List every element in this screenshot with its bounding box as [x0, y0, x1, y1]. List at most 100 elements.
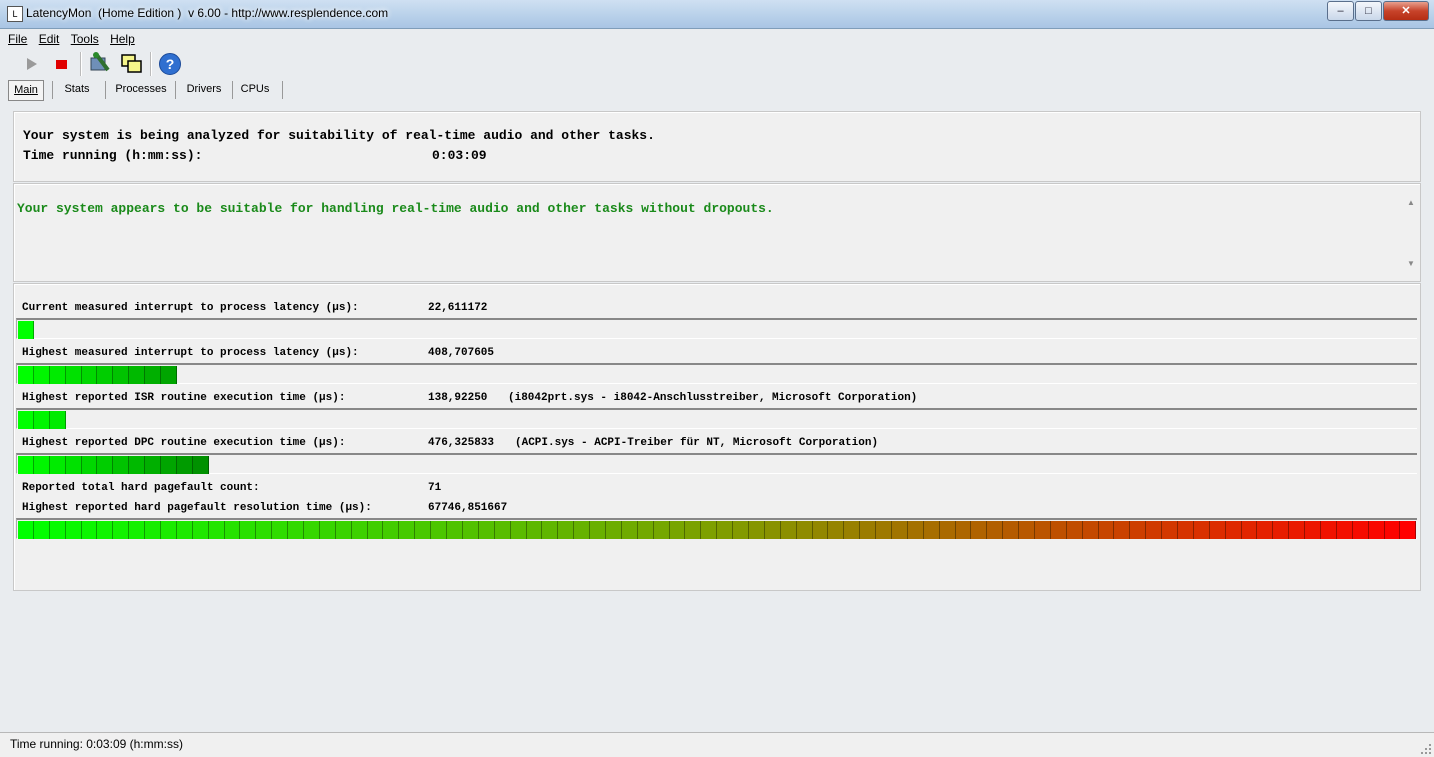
resize-grip-icon[interactable] — [1420, 743, 1432, 755]
bar-segment — [780, 521, 797, 539]
tab-drivers[interactable]: Drivers — [181, 80, 227, 99]
minimize-icon: – — [1337, 5, 1344, 17]
bar-segment — [415, 521, 432, 539]
scroll-up-icon[interactable]: ▲ — [1405, 198, 1417, 207]
tab-main[interactable]: Main — [8, 80, 44, 101]
verdict-text: Your system appears to be suitable for h… — [17, 201, 774, 216]
bar-segment — [97, 366, 114, 384]
bar-segment — [176, 456, 193, 474]
menu-tools[interactable]: Tools — [71, 30, 99, 48]
verdict-panel[interactable]: Your system appears to be suitable for h… — [13, 183, 1421, 282]
time-running-value: 0:03:09 — [432, 148, 487, 163]
tab-cpus[interactable]: CPUs — [238, 80, 272, 99]
isr-bar — [16, 408, 1417, 429]
bar-segment — [1352, 521, 1369, 539]
bar-segment — [319, 521, 336, 539]
metric-label: Reported total hard pagefault count: — [22, 482, 260, 494]
bar-segment — [558, 521, 575, 539]
bar-segment — [1368, 521, 1385, 539]
scroll-down-icon[interactable]: ▼ — [1405, 259, 1417, 268]
minimize-button[interactable]: – — [1327, 1, 1354, 21]
time-running-label: Time running (h:mm:ss): — [23, 148, 203, 163]
bar-segment — [860, 521, 877, 539]
bar-segment — [256, 521, 273, 539]
bar-segment — [1082, 521, 1099, 539]
tab-stats[interactable]: Stats — [58, 80, 96, 99]
tools-button[interactable] — [88, 52, 112, 76]
bar-segment — [272, 521, 289, 539]
bar-segment — [65, 521, 82, 539]
help-icon: ? — [159, 53, 181, 75]
bar-segment — [33, 366, 50, 384]
metric-label: Highest reported hard pagefault resoluti… — [22, 502, 372, 514]
status-bar: Time running: 0:03:09 (h:mm:ss) — [0, 732, 1434, 757]
metric-value: 408,707605 — [428, 347, 495, 359]
bar-segment — [224, 521, 241, 539]
bar-segment — [1257, 521, 1274, 539]
bar-segment — [1193, 521, 1210, 539]
bar-segment — [907, 521, 924, 539]
bar-segment — [1289, 521, 1306, 539]
bar-segment — [145, 521, 162, 539]
bar-segment — [1305, 521, 1322, 539]
bar-segment — [1336, 521, 1353, 539]
bar-segment — [844, 521, 861, 539]
bar-segment — [65, 456, 82, 474]
bar-segment — [923, 521, 940, 539]
bar-segment — [987, 521, 1004, 539]
verdict-scrollbar[interactable]: ▲ ▼ — [1405, 198, 1417, 284]
bar-segment — [97, 456, 114, 474]
tab-processes[interactable]: Processes — [111, 80, 171, 99]
bar-segment — [81, 456, 98, 474]
help-button[interactable]: ? — [158, 52, 182, 76]
metric-label: Current measured interrupt to process la… — [22, 302, 359, 314]
bar-segment — [49, 411, 66, 429]
bar-segment — [764, 521, 781, 539]
play-button[interactable] — [20, 52, 44, 76]
windows-icon — [121, 54, 142, 73]
play-icon — [27, 58, 37, 70]
bar-segment — [971, 521, 988, 539]
bar-segment — [113, 456, 130, 474]
bar-segment — [605, 521, 622, 539]
bar-segment — [1050, 521, 1067, 539]
bar-segment — [1225, 521, 1242, 539]
dpc-bar — [16, 453, 1417, 474]
bar-segment — [748, 521, 765, 539]
bar-segment — [1130, 521, 1147, 539]
menu-file[interactable]: File — [8, 30, 27, 48]
close-button[interactable]: ✕ — [1383, 1, 1429, 21]
bar-segment — [701, 521, 718, 539]
bar-segment — [1003, 521, 1020, 539]
menu-help[interactable]: Help — [110, 30, 135, 48]
bar-segment — [81, 366, 98, 384]
bar-segment — [192, 456, 209, 474]
bar-segment — [1241, 521, 1258, 539]
stop-button[interactable] — [50, 52, 74, 76]
bar-segment — [1162, 521, 1179, 539]
bar-segment — [1209, 521, 1226, 539]
maximize-button[interactable]: □ — [1355, 1, 1382, 21]
bar-segment — [1114, 521, 1131, 539]
bar-segment — [621, 521, 638, 539]
bar-segment — [1098, 521, 1115, 539]
metric-value: 71 — [428, 482, 442, 494]
bar-segment — [176, 521, 193, 539]
tab-separator — [282, 81, 283, 99]
bar-segment — [351, 521, 368, 539]
bar-segment — [876, 521, 892, 539]
wrench-icon — [90, 52, 110, 72]
windows-button[interactable] — [120, 52, 144, 76]
bar-segment — [1321, 521, 1337, 539]
bar-segment — [828, 521, 845, 539]
menu-edit[interactable]: Edit — [39, 30, 60, 48]
bar-segment — [129, 366, 146, 384]
app-icon[interactable]: L — [7, 6, 23, 22]
bar-segment — [129, 456, 146, 474]
bar-segment — [97, 521, 114, 539]
tab-separator — [105, 81, 106, 99]
metric-label: Highest reported ISR routine execution t… — [22, 392, 346, 404]
bar-segment — [18, 411, 34, 429]
bar-segment — [161, 456, 177, 474]
metric-value: 476,325833 — [428, 437, 495, 449]
